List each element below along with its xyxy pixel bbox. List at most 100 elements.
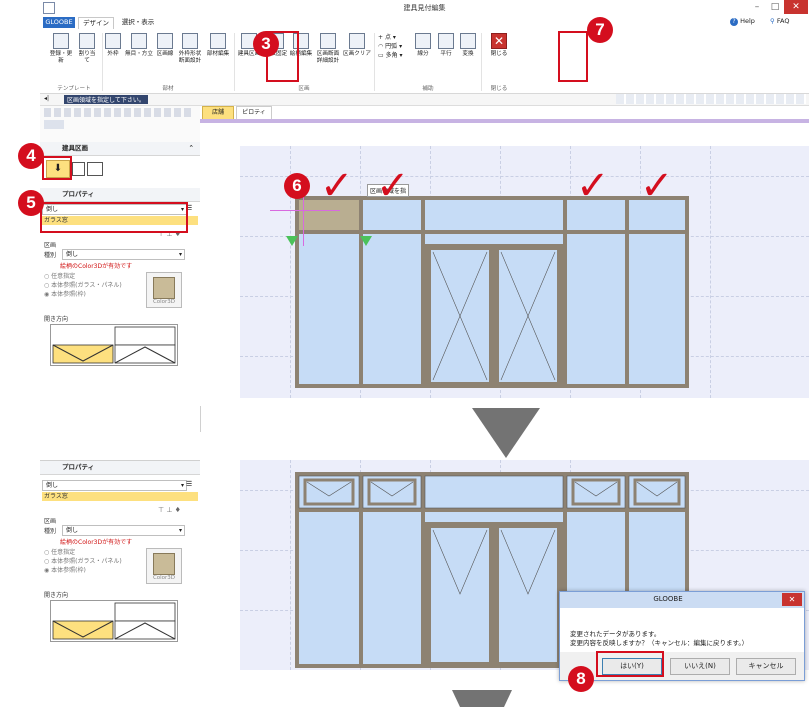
draw-tool-icons[interactable] [44,108,194,117]
canvas-tab-piloti[interactable]: ピロティ [236,106,272,120]
step-callout-3: 3 [253,31,279,57]
canvas-tab-store[interactable]: 店舗 [202,106,234,120]
convert-button[interactable]: 変換 [458,33,478,58]
outer-frame-icon [105,33,121,49]
opening-direction-diagram [52,326,176,364]
close-editor-label: 閉じる [490,51,508,57]
top-canvas[interactable]: 店舗 ピロティ 区画領域を指 ✓ ✓ ✓ ✓ [200,106,809,406]
close-window-button[interactable]: ✕ [784,0,808,14]
frame-section-label: 外枠形状 断面設計 [178,51,202,64]
opening-direction-picker-bottom[interactable] [50,600,178,642]
properties-header-bottom[interactable]: プロパティ [40,461,200,475]
dialog-message-line2: 変更内容を反映しますか？（キャンセル：編集に戻ります。） [570,639,749,647]
parallel-button[interactable]: 平行 [436,33,456,58]
material-row-bottom[interactable]: ガラス窓 [42,492,198,501]
convert-label: 変換 [462,51,474,57]
arc-button[interactable]: ◠ 円弧 ▾ [378,42,403,51]
status-row: ◂| 区画領域を指定して下さい。 [40,94,809,106]
member-edit-icon [210,33,226,49]
mullion-button[interactable]: 無目・方立 [124,33,154,58]
ribbon-tab-bar: GLOOBE デザイン 選択・表示 ? Help ⚲ FAQ [40,16,809,29]
option-any[interactable]: ○ 任意指定 [44,272,122,281]
zone-section-button[interactable]: 区画断面 詳細設計 [314,33,342,65]
group-separator [374,33,375,91]
zone-line-button[interactable]: 区画線 [155,33,175,58]
chevron-down-icon: ▾ [178,251,182,258]
back-icon[interactable]: ◂| [44,95,49,102]
step-callout-8: 8 [568,666,594,692]
draw-toolbar[interactable] [40,106,200,142]
no-button[interactable]: いいえ(N) [670,658,730,675]
cursor-crosshair-h [270,210,340,211]
assign-button[interactable]: 割り当て [76,33,98,65]
step-callout-7: 7 [587,17,613,43]
collapse-icon[interactable]: ⌃ [189,142,200,155]
zone-clear-button[interactable]: 区画クリア [343,33,371,58]
zone-line-icon [157,33,173,49]
cancel-button[interactable]: キャンセル [736,658,796,675]
properties-title: プロパティ [62,190,95,198]
type-select-bottom[interactable]: 倒し ▾ [42,480,187,491]
option-glass[interactable]: ○ 本体参照(ガラス・パネル) [44,281,122,290]
polygon-button[interactable]: ▭ 多角 ▾ [378,51,403,60]
option-any[interactable]: ○ 任意指定 [44,548,122,557]
title-bar: 建具見付編集 – □ ✕ [40,0,809,17]
merge-tool-icon[interactable] [87,162,103,176]
window-elevation-top[interactable] [295,196,695,396]
grid-line [710,146,711,398]
highlight-box-yes [596,651,664,677]
tab-select-view[interactable]: 選択・表示 [118,17,158,28]
kind-select-bottom[interactable]: 倒し ▾ [62,525,185,536]
dialog-close-button[interactable]: ✕ [782,593,802,606]
ribbon: 登録・更新 割り当て 外枠 無目・方立 区画線 外枠形状 断面設計 部材編集 建… [40,29,809,94]
fitting-zone-panel-header[interactable]: 建具区画 ⌃ [40,142,200,156]
tab-design[interactable]: デザイン [78,17,114,29]
zone-line-label: 区画線 [156,51,174,57]
option-glass-label: 本体参照(ガラス・パネル) [51,558,122,565]
check-mark: ✓ [640,163,674,209]
tab-gloobe[interactable]: GLOOBE [43,17,75,28]
group-label-close: 閉じる [490,86,508,92]
zone-clear-label: 区画クリア [343,51,371,57]
kind-select[interactable]: 倒し ▾ [62,249,185,260]
highlight-box-drop-tool [42,156,72,180]
help-link[interactable]: ? Help [730,17,755,26]
properties-header[interactable]: プロパティ [40,188,200,202]
properties-title-bottom: プロパティ [62,463,95,471]
arrow-down-partial-icon [452,690,512,707]
group-label-zone: 区画 [298,86,310,92]
option-glass-label: 本体参照(ガラス・パネル) [51,282,122,289]
dialog-title: GLOOBE [653,595,683,603]
dialog-titlebar: GLOOBE ✕ [560,592,804,608]
mullion-label: 無目・方立 [125,51,153,57]
eraser-icon [349,33,365,49]
option-frame[interactable]: ◉ 本体参照(枠) [44,290,122,299]
close-editor-button[interactable]: ✕ 閉じる [489,33,509,58]
color3d-swatch[interactable]: Color3D [146,272,182,308]
opening-direction-picker[interactable] [50,324,178,366]
member-edit-button[interactable]: 部材編集 [205,33,231,58]
option-frame[interactable]: ◉ 本体参照(枠) [44,566,122,575]
outer-frame-label: 外枠 [107,51,119,57]
outer-frame-button[interactable]: 外枠 [104,33,122,58]
aux-point-group: + 点 ▾ ◠ 円弧 ▾ ▭ 多角 ▾ [378,33,403,60]
register-update-button[interactable]: 登録・更新 [48,33,74,65]
view-toolbar[interactable] [616,94,806,104]
color3d-swatch-bottom[interactable]: Color3D [146,548,182,584]
minimize-button[interactable]: – [748,0,766,14]
opening-direction-label-bottom: 開き方向 [44,592,69,599]
search-icon: ⚲ [770,17,775,25]
line-button[interactable]: 線分 [412,33,434,58]
option-glass[interactable]: ○ 本体参照(ガラス・パネル) [44,557,122,566]
step-callout-4: 4 [18,143,44,169]
faq-link[interactable]: ⚲ FAQ [770,17,789,25]
frame-section-button[interactable]: 外枠形状 断面設計 [177,33,203,65]
point-button[interactable]: + 点 ▾ [378,33,403,42]
list-icon[interactable]: ☰ [186,480,192,488]
assign-label: 割り当て [78,51,96,64]
highlight-box-close [558,31,588,82]
circle-tool-icon[interactable] [44,120,64,129]
property-tool-icons[interactable]: ⊤ ⊥ ♦ [158,506,181,514]
maximize-button[interactable]: □ [766,0,784,14]
split-tool-icon[interactable] [72,162,85,176]
